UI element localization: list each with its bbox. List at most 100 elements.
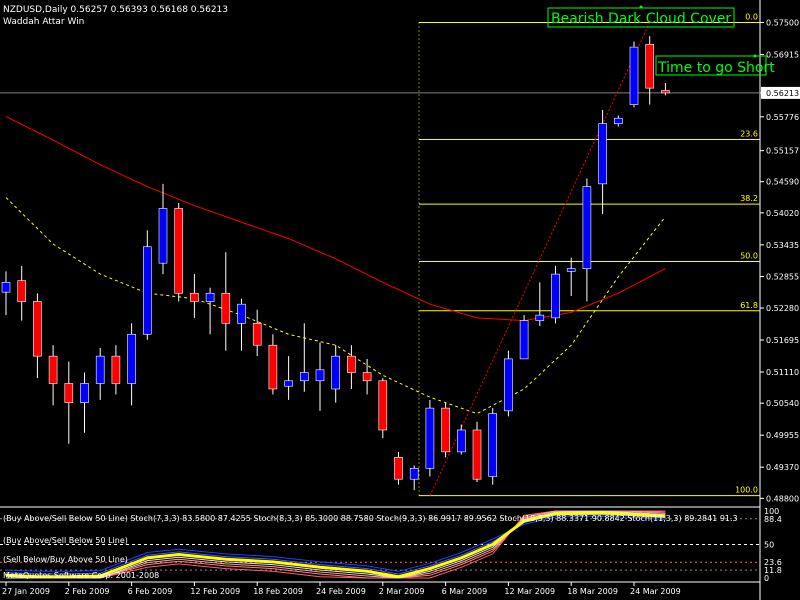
candle-body xyxy=(237,303,246,324)
osc-copyright: MetaQuotes Software Corp. 2001-2008 xyxy=(3,571,159,580)
candle xyxy=(252,309,262,357)
candle xyxy=(331,345,341,403)
candle-body xyxy=(598,123,607,185)
x-tick-label: 18 Feb 2009 xyxy=(253,587,303,596)
candle xyxy=(221,252,231,351)
candle xyxy=(237,298,246,351)
candle xyxy=(299,323,309,392)
candle-body xyxy=(111,355,121,384)
candle xyxy=(472,421,482,482)
candle xyxy=(535,282,545,327)
candle xyxy=(17,265,27,321)
fib-level-label: 38.2 xyxy=(740,194,758,203)
candle xyxy=(425,399,435,477)
candle xyxy=(95,347,105,400)
candle-body xyxy=(645,44,655,89)
y-tick-label: 0.54020 xyxy=(766,209,799,218)
fib-level-label: 61.8 xyxy=(740,301,758,310)
fib-level-label: 0.0 xyxy=(745,13,758,22)
candle xyxy=(33,293,42,379)
candle-body xyxy=(174,208,183,294)
candle-body xyxy=(582,186,592,269)
candle-body xyxy=(80,383,89,403)
osc-axis-label: 0 xyxy=(764,574,769,583)
osc-legend: (Buy Above/Sell Below 50 Line) Stoch(7,3… xyxy=(3,514,738,523)
x-tick-label: 24 Mar 2009 xyxy=(630,587,681,596)
candle-body xyxy=(158,208,168,264)
candle xyxy=(645,36,655,105)
y-tick-label: 0.51110 xyxy=(766,368,799,377)
candle xyxy=(64,361,74,444)
candle-body xyxy=(456,429,466,453)
candle-body xyxy=(252,323,262,346)
candle xyxy=(48,345,58,406)
candle xyxy=(315,342,325,411)
candle xyxy=(441,402,450,458)
candle-body xyxy=(661,90,670,94)
y-tick-label: 0.54590 xyxy=(766,178,799,187)
osc-axis-label: 88.4 xyxy=(764,515,782,524)
x-tick-label: 6 Mar 2009 xyxy=(442,587,488,596)
candle xyxy=(394,451,403,485)
candle-body xyxy=(1,282,11,293)
candle-body xyxy=(221,292,231,324)
candle xyxy=(347,345,356,389)
candle-body xyxy=(17,280,27,302)
candle xyxy=(143,230,152,340)
x-tick-label: 12 Feb 2009 xyxy=(190,587,240,596)
candle-body xyxy=(362,372,372,382)
candle-body xyxy=(347,355,356,373)
osc-buy-label: (Buy Above/Sell Below 50 Line) xyxy=(3,536,128,545)
candle xyxy=(409,465,419,491)
candle-body xyxy=(378,380,388,431)
x-tick-label: 2 Feb 2009 xyxy=(65,587,110,596)
candle xyxy=(205,287,215,335)
candle xyxy=(582,178,592,302)
candle xyxy=(158,183,168,275)
y-tick-label: 0.57500 xyxy=(766,19,799,28)
candle-body xyxy=(472,429,482,480)
candle xyxy=(1,271,11,316)
candle xyxy=(111,345,121,395)
fib-level-label: 50.0 xyxy=(740,252,758,261)
candle xyxy=(519,315,529,360)
candle xyxy=(268,334,278,395)
y-tick-label: 0.55776 xyxy=(766,113,799,122)
candle-body xyxy=(409,467,419,480)
y-tick-label: 0.51695 xyxy=(766,336,799,345)
candle xyxy=(661,83,670,96)
candle-body xyxy=(331,355,341,390)
x-tick-label: 24 Feb 2009 xyxy=(316,587,366,596)
candle xyxy=(504,350,513,417)
candle xyxy=(613,115,623,127)
y-tick-label: 0.49955 xyxy=(766,431,799,440)
fib-level-label: 100.0 xyxy=(735,486,758,495)
y-tick-label: 0.56213 xyxy=(766,89,799,98)
price-chart: 0.0 23.6 38.2 50.0 61.8 100.0 0.57500 0.56915 0… xyxy=(0,0,800,600)
candle xyxy=(566,257,576,296)
candle-body xyxy=(299,372,309,382)
candle-body xyxy=(566,268,576,272)
candle-body xyxy=(504,358,513,412)
y-tick-label: 0.48800 xyxy=(766,494,799,503)
candle-body xyxy=(425,407,435,469)
osc-axis-label: 50 xyxy=(764,541,774,550)
y-tick-label: 0.52855 xyxy=(766,273,799,282)
candle xyxy=(174,203,183,302)
candle-body xyxy=(315,369,325,382)
candle-body xyxy=(268,344,278,390)
pattern-dot xyxy=(639,5,643,9)
candle xyxy=(190,274,199,318)
fib-level-label: 23.6 xyxy=(740,130,758,139)
candle-body xyxy=(394,457,403,480)
indicator-name: Waddah Attar Win xyxy=(3,17,84,27)
symbol-header: NZDUSD,Daily 0.56257 0.56393 0.56168 0.5… xyxy=(3,5,228,15)
candle-body xyxy=(143,246,152,335)
candle-body xyxy=(284,380,293,387)
candle-body xyxy=(95,355,105,384)
x-tick-label: 6 Feb 2009 xyxy=(128,587,173,596)
candle xyxy=(127,323,136,406)
candle xyxy=(378,378,388,439)
x-tick-label: 18 Mar 2009 xyxy=(567,587,618,596)
candle-body xyxy=(33,301,42,357)
